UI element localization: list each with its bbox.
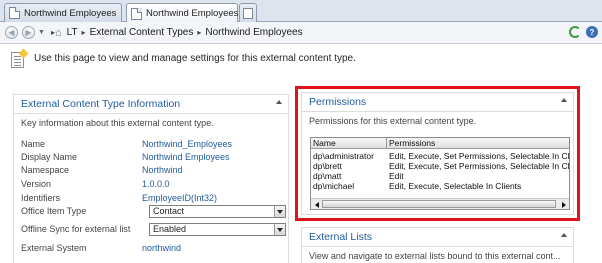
- navigation-bar: ◀ ▶ ▼ ▸ ⌂ LT ▸ External Content Types ▸ …: [0, 22, 602, 44]
- document-settings-icon: [11, 52, 24, 68]
- ect-info-title: External Content Type Information: [21, 98, 181, 110]
- help-icon[interactable]: ?: [586, 26, 598, 38]
- scroll-right-icon[interactable]: [559, 200, 568, 209]
- cell-name: dp\michael: [313, 181, 355, 191]
- prop-office-item-type: Office Item Type: [21, 206, 86, 216]
- prop-offline-sync: Offline Sync for external list: [21, 224, 130, 234]
- scrollbar-thumb[interactable]: [322, 200, 556, 208]
- external-lists-header: External Lists: [302, 228, 573, 247]
- cell-name: dp\matt: [313, 171, 342, 181]
- permissions-grid: Name Permissions dp\administrator Edit, …: [310, 137, 570, 210]
- breadcrumb-item-external-content-types[interactable]: External Content Types: [90, 27, 194, 38]
- ect-info-header: External Content Type Information: [14, 95, 288, 114]
- prop-name: Name Northwind_Employees: [21, 139, 232, 149]
- prop-version: Version 1.0.0.0: [21, 179, 170, 189]
- column-header-name[interactable]: Name: [311, 138, 387, 149]
- prop-external-system: External System northwind: [21, 243, 181, 253]
- collapse-icon[interactable]: [561, 233, 567, 237]
- history-dropdown-icon[interactable]: ▼: [38, 29, 45, 36]
- column-header-permissions[interactable]: Permissions: [387, 138, 569, 149]
- select-value: Contact: [153, 206, 185, 216]
- chevron-down-icon[interactable]: [274, 224, 285, 235]
- prop-label: External System: [21, 243, 87, 253]
- breadcrumb: ▸ ⌂ LT ▸ External Content Types ▸ Northw…: [51, 27, 307, 39]
- breadcrumb-item-northwind-employees[interactable]: Northwind Employees: [205, 27, 302, 38]
- tab-label: Northwind Employees: [24, 7, 117, 19]
- scroll-left-icon[interactable]: [312, 200, 321, 209]
- page-icon: [131, 7, 142, 20]
- intro-text: Use this page to view and manage setting…: [34, 53, 356, 64]
- refresh-icon[interactable]: [569, 26, 581, 38]
- cell-name: dp\administrator: [313, 151, 374, 161]
- permissions-description: Permissions for this external content ty…: [309, 116, 477, 126]
- page-icon: [9, 7, 20, 19]
- external-lists-title: External Lists: [309, 231, 373, 243]
- prop-display-name: Display Name Northwind Employees: [21, 152, 230, 162]
- chevron-right-icon: ▸: [81, 28, 86, 37]
- new-tab-button[interactable]: [239, 3, 257, 22]
- prop-value: Northwind_Employees: [142, 139, 233, 149]
- cell-permissions: Edit, Execute, Selectable In Clients: [389, 181, 522, 191]
- chevron-down-icon[interactable]: [274, 206, 285, 217]
- tab-northwind-employees-2[interactable]: Northwind Employees ×: [126, 3, 250, 23]
- home-icon[interactable]: ⌂: [55, 27, 62, 39]
- ect-info-description: Key information about this external cont…: [21, 118, 214, 128]
- offline-sync-select[interactable]: Enabled: [149, 223, 286, 236]
- new-tab-icon: [243, 7, 253, 19]
- tab-strip: Northwind Employees Northwind Employees …: [0, 0, 602, 23]
- collapse-icon[interactable]: [561, 98, 567, 102]
- prop-value: EmployeeID(Int32): [142, 193, 218, 203]
- prop-label: Offline Sync for external list: [21, 224, 131, 234]
- tab-northwind-employees-1[interactable]: Northwind Employees: [4, 3, 122, 22]
- external-lists-description: View and navigate to external lists boun…: [309, 251, 561, 261]
- tab-label: Northwind Employees: [146, 8, 239, 19]
- cell-name: dp\brett: [313, 161, 342, 171]
- office-item-type-select[interactable]: Contact: [149, 205, 286, 218]
- permissions-header: Permissions: [302, 93, 573, 112]
- grid-header: Name Permissions: [311, 138, 569, 149]
- prop-label: Version: [21, 179, 52, 189]
- select-value: Enabled: [153, 224, 187, 234]
- prop-namespace: Namespace Northwind: [21, 165, 183, 175]
- external-system-link[interactable]: northwind: [142, 243, 181, 253]
- external-lists-panel: External Lists View and navigate to exte…: [301, 227, 574, 263]
- back-icon[interactable]: ◀: [5, 26, 18, 39]
- prop-identifiers: Identifiers EmployeeID(Int32): [21, 193, 217, 203]
- prop-label: Name: [21, 139, 46, 149]
- cell-permissions: Edit, Execute, Set Permissions, Selectab…: [389, 151, 570, 161]
- prop-value: 1.0.0.0: [142, 179, 170, 189]
- forward-icon[interactable]: ▶: [22, 26, 35, 39]
- horizontal-scrollbar[interactable]: [311, 198, 569, 209]
- permissions-panel: Permissions Permissions for this externa…: [301, 92, 574, 215]
- cell-permissions: Edit, Execute, Set Permissions, Selectab…: [389, 161, 570, 171]
- collapse-icon[interactable]: [276, 100, 282, 104]
- permissions-title: Permissions: [309, 96, 367, 108]
- prop-value: Northwind Employees: [142, 152, 230, 162]
- prop-label: Namespace: [21, 165, 70, 175]
- prop-label: Display Name: [21, 152, 78, 162]
- cell-permissions: Edit: [389, 171, 404, 181]
- prop-value: Northwind: [142, 165, 183, 175]
- nav-right-tools: ?: [569, 26, 598, 38]
- ect-info-panel: External Content Type Information Key in…: [13, 94, 289, 263]
- breadcrumb-item-lt[interactable]: LT: [67, 27, 78, 38]
- prop-label: Identifiers: [21, 193, 61, 203]
- prop-label: Office Item Type: [21, 206, 87, 216]
- chevron-right-icon: ▸: [197, 28, 202, 37]
